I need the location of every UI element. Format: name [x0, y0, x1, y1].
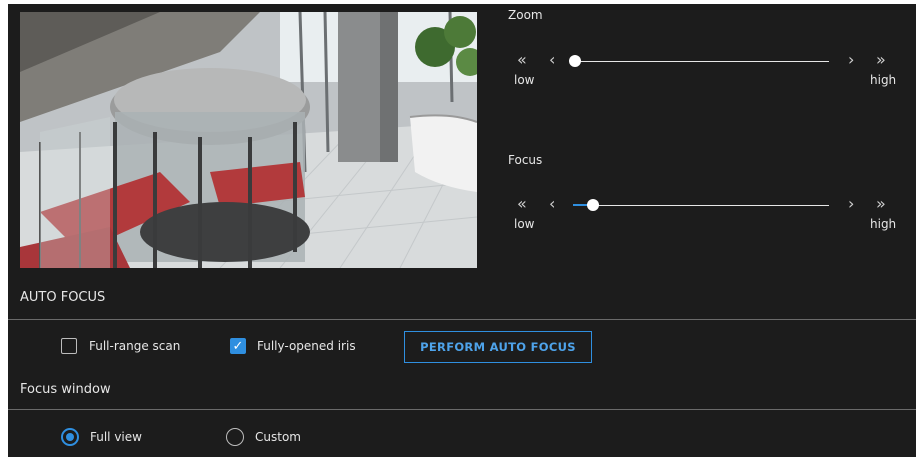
camera-preview-image — [20, 12, 477, 268]
focus-low-label: low — [514, 217, 535, 231]
focus-slider-handle[interactable] — [586, 199, 599, 211]
fully-opened-iris-label: Fully-opened iris — [257, 339, 356, 353]
zoom-in-button[interactable]: › — [848, 52, 854, 68]
focus-far-near-button[interactable]: « — [517, 196, 527, 212]
custom-radio[interactable] — [226, 428, 244, 446]
full-range-scan-checkbox[interactable] — [61, 338, 77, 354]
zoom-slider-handle[interactable] — [569, 55, 581, 67]
full-view-radio[interactable] — [61, 428, 79, 446]
camera-settings-panel: Zoom « ‹ › » low high Focus « ‹ › » low … — [8, 4, 916, 457]
focus-slider-track[interactable] — [573, 205, 829, 206]
zoom-slider-track[interactable] — [573, 61, 829, 62]
zoom-high-label: high — [870, 73, 897, 87]
zoom-out-button[interactable]: ‹ — [549, 52, 555, 68]
zoom-far-in-button[interactable]: » — [876, 52, 886, 68]
focus-far-far-button[interactable]: » — [876, 196, 886, 212]
full-view-label: Full view — [90, 430, 142, 444]
zoom-low-label: low — [514, 73, 535, 87]
focus-near-button[interactable]: ‹ — [549, 196, 555, 212]
zoom-far-out-button[interactable]: « — [517, 52, 527, 68]
focus-window-divider — [8, 409, 916, 410]
zoom-label: Zoom — [508, 8, 543, 22]
focus-label: Focus — [508, 153, 543, 167]
focus-window-title: Focus window — [20, 382, 111, 397]
full-range-scan-label: Full-range scan — [89, 339, 181, 353]
fully-opened-iris-checkbox[interactable]: ✓ — [230, 338, 246, 354]
auto-focus-title: AUTO FOCUS — [20, 290, 106, 305]
custom-label: Custom — [255, 430, 301, 444]
focus-far-button[interactable]: › — [848, 196, 854, 212]
auto-focus-divider — [8, 319, 916, 320]
perform-auto-focus-button[interactable]: PERFORM AUTO FOCUS — [404, 331, 592, 363]
focus-high-label: high — [870, 217, 897, 231]
